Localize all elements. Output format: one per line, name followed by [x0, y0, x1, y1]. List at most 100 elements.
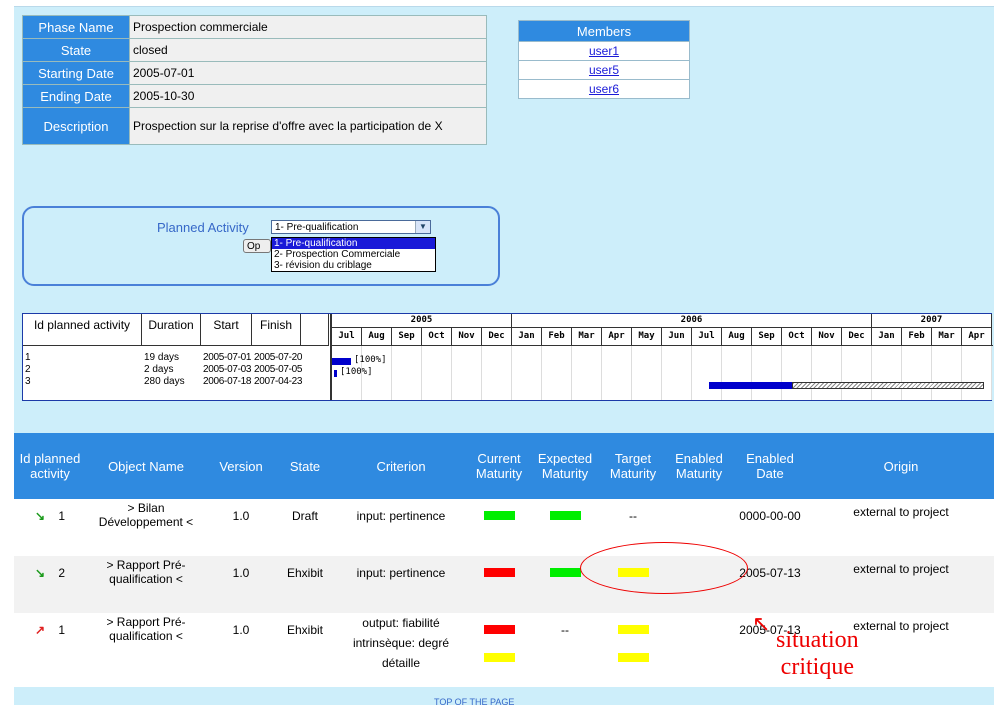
row-object-name[interactable]: > Rapport Pré-qualification <	[86, 556, 206, 613]
gantt-gridline	[602, 346, 632, 400]
gantt-gridline	[932, 346, 962, 400]
col-enabled-maturity: Enabled Maturity	[666, 433, 732, 499]
row-object-name[interactable]: > Rapport Pré-qualification <	[86, 613, 206, 687]
gantt-month: Mar	[932, 328, 962, 345]
maturity-yellow	[483, 653, 515, 662]
option-revision-criblage[interactable]: 3- révision du criblage	[272, 260, 435, 271]
gantt-gridline	[392, 346, 422, 400]
row-criterion: input: pertinence	[334, 499, 468, 556]
gantt-month: Feb	[902, 328, 932, 345]
gantt-gridline	[542, 346, 572, 400]
gantt-month: Dec	[842, 328, 872, 345]
gantt-month: Jul	[332, 328, 362, 345]
option-pre-qualification[interactable]: 1- Pre-qualification	[272, 238, 435, 249]
gantt-gridline	[722, 346, 752, 400]
state-label: State	[22, 38, 130, 62]
gantt-header-spacer	[301, 314, 329, 345]
row-origin: external to project	[808, 499, 994, 556]
starting-date-value: 2005-07-01	[129, 61, 487, 85]
gantt-gridline	[902, 346, 932, 400]
phase-info-table: Phase Name Prospection commerciale State c…	[22, 15, 487, 145]
gantt-gridline	[692, 346, 722, 400]
gantt-gridline	[812, 346, 842, 400]
row-version: 1.0	[206, 499, 276, 556]
gantt-start-3: 2006-07-18	[203, 376, 252, 387]
row-origin: external to project	[808, 556, 994, 613]
gantt-bar-done	[332, 358, 351, 365]
gantt-month: Dec	[482, 328, 512, 345]
planned-activity-panel: Planned Activity 1- Pre-qualification ▼ …	[22, 206, 500, 286]
table-row: ↘ 2 > Rapport Pré-qualification < 1.0 Eh…	[14, 556, 994, 613]
description-value: Prospection sur la reprise d'offre avec …	[129, 107, 487, 145]
ending-date-value: 2005-10-30	[129, 84, 487, 108]
gantt-gridline	[962, 346, 992, 400]
gantt-gridline	[572, 346, 602, 400]
gantt-gridline	[632, 346, 662, 400]
gantt-finish-2: 2005-07-05	[254, 364, 303, 375]
gantt-header-duration: Duration	[142, 314, 201, 345]
col-version: Version	[206, 433, 276, 499]
current-maturity-cell	[468, 499, 530, 556]
maturity-green	[483, 511, 515, 520]
page: Phase Name Prospection commerciale State c…	[14, 6, 994, 707]
planned-activity-select[interactable]: 1- Pre-qualification ▼	[271, 220, 431, 234]
gantt-month: Feb	[542, 328, 572, 345]
status-arrow-icon: ↘	[34, 509, 46, 523]
gantt-month: Jan	[512, 328, 542, 345]
col-object-name: Object Name	[86, 433, 206, 499]
description-label: Description	[22, 107, 130, 145]
open-button[interactable]: Op	[243, 239, 271, 253]
current-maturity-cell	[468, 613, 530, 687]
gantt-duration-3: 280 days	[144, 376, 185, 387]
row-date: 0000-00-00	[732, 499, 808, 556]
gantt-month: Jul	[692, 328, 722, 345]
gantt-month: Apr	[602, 328, 632, 345]
maturity-yellow	[617, 625, 649, 634]
row-id: 1	[58, 623, 66, 637]
col-current-maturity: Current Maturity	[468, 433, 530, 499]
top-of-page-link[interactable]: TOP OF THE PAGE	[434, 697, 514, 707]
maturity-yellow	[617, 653, 649, 662]
ending-date-label: Ending Date	[22, 84, 130, 108]
members-table: Members user1 user5 user6	[518, 20, 690, 99]
gantt-id-1: 1	[25, 352, 31, 363]
gantt-month: Oct	[422, 328, 452, 345]
gantt-month: Nov	[452, 328, 482, 345]
phase-name-value: Prospection commerciale	[129, 15, 487, 39]
planned-activity-selected: 1- Pre-qualification	[275, 222, 359, 233]
gantt-bar-label: [100%]	[354, 355, 387, 365]
member-link-user5[interactable]: user5	[589, 63, 619, 77]
gantt-durations: 19 days 2 days 280 days	[142, 346, 202, 388]
gantt-gridline	[512, 346, 542, 400]
gantt-id-2: 2	[25, 364, 31, 375]
gantt-month: Sep	[752, 328, 782, 345]
gantt-bar-done	[709, 382, 792, 389]
gantt-header-id: Id planned activity	[23, 314, 142, 345]
col-expected-maturity: Expected Maturity	[530, 433, 600, 499]
gantt-start-2: 2005-07-03	[203, 364, 252, 375]
id-cell: ↗ 1	[14, 613, 86, 687]
gantt-finish-3: 2007-04-23	[254, 376, 303, 387]
member-link-user6[interactable]: user6	[589, 82, 619, 96]
table-row: ↘ 1 > Bilan Développement < 1.0 Draft in…	[14, 499, 994, 556]
option-prospection-commerciale[interactable]: 2- Prospection Commerciale	[272, 249, 435, 260]
gantt-header-start: Start	[201, 314, 252, 345]
gantt-chart: Id planned activity Duration Start Finis…	[22, 313, 993, 401]
status-arrow-icon: ↗	[34, 623, 46, 637]
planned-activity-options: 1- Pre-qualification 2- Prospection Comm…	[271, 237, 436, 272]
gantt-duration-1: 19 days	[144, 352, 180, 363]
gantt-month: Sep	[392, 328, 422, 345]
gantt-gridline	[482, 346, 512, 400]
maturity-red	[483, 625, 515, 634]
gantt-gridline	[752, 346, 782, 400]
row-version: 1.0	[206, 556, 276, 613]
row-object-name[interactable]: > Bilan Développement <	[86, 499, 206, 556]
col-id: Id planned activity	[14, 433, 86, 499]
phase-name-label: Phase Name	[22, 15, 130, 39]
gantt-gridline	[662, 346, 692, 400]
chevron-down-icon[interactable]: ▼	[415, 221, 430, 233]
member-link-user1[interactable]: user1	[589, 44, 619, 58]
gantt-month: Nov	[812, 328, 842, 345]
gantt-bar-remaining	[791, 382, 984, 389]
col-criterion: Criterion	[334, 433, 468, 499]
